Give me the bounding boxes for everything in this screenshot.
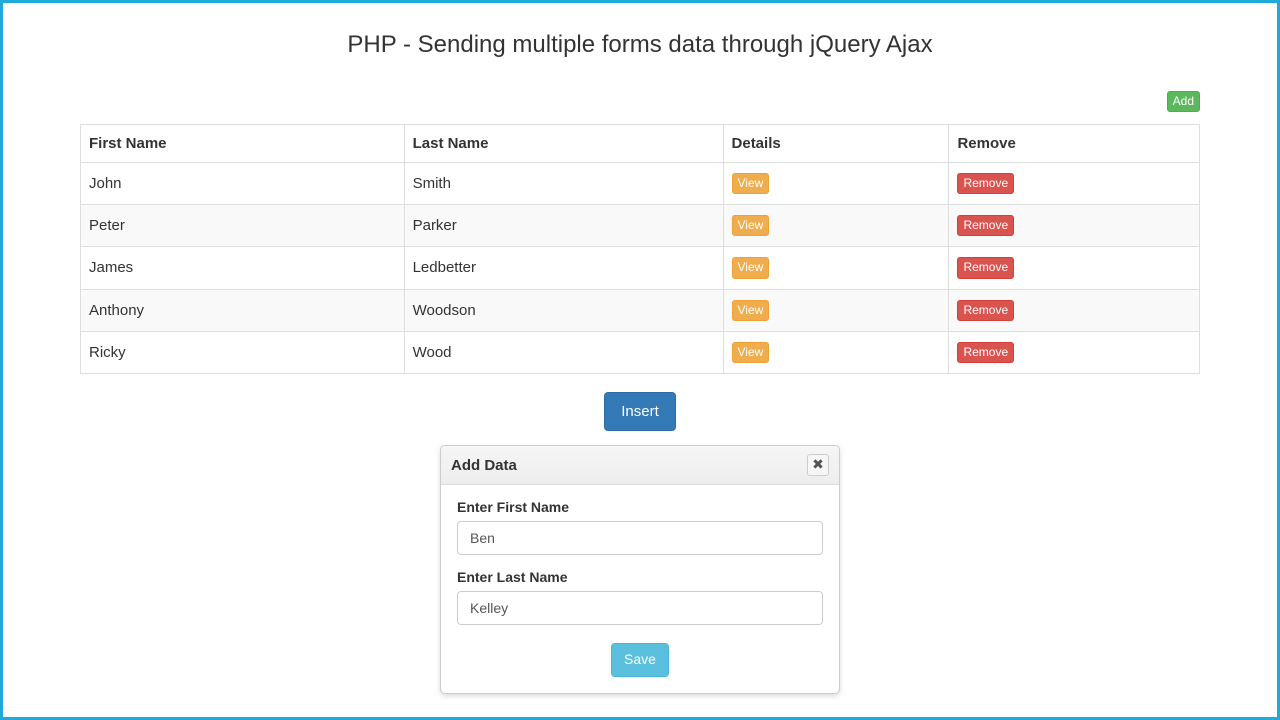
view-button[interactable]: View: [732, 215, 770, 236]
table-row: Ricky Wood View Remove: [81, 331, 1200, 373]
first-name-label: Enter First Name: [457, 499, 823, 515]
table-row: Peter Parker View Remove: [81, 205, 1200, 247]
dialog-header[interactable]: Add Data ✖: [441, 446, 839, 485]
col-header-details: Details: [723, 125, 949, 163]
view-button[interactable]: View: [732, 342, 770, 363]
cell-first-name: James: [81, 247, 405, 289]
first-name-input[interactable]: [457, 521, 823, 555]
last-name-input[interactable]: [457, 591, 823, 625]
col-header-last-name: Last Name: [404, 125, 723, 163]
add-button-row: Add: [80, 91, 1200, 112]
cell-last-name: Parker: [404, 205, 723, 247]
insert-button[interactable]: Insert: [604, 392, 676, 431]
dialog-body: Enter First Name Enter Last Name Save: [441, 485, 839, 693]
cell-last-name: Smith: [404, 163, 723, 205]
col-header-first-name: First Name: [81, 125, 405, 163]
close-icon[interactable]: ✖: [807, 454, 829, 476]
remove-button[interactable]: Remove: [957, 215, 1014, 236]
add-button[interactable]: Add: [1167, 91, 1200, 112]
last-name-label: Enter Last Name: [457, 569, 823, 585]
table-row: John Smith View Remove: [81, 163, 1200, 205]
remove-button[interactable]: Remove: [957, 342, 1014, 363]
view-button[interactable]: View: [732, 300, 770, 321]
cell-last-name: Ledbetter: [404, 247, 723, 289]
cell-first-name: Anthony: [81, 289, 405, 331]
container: PHP - Sending multiple forms data throug…: [65, 31, 1215, 694]
col-header-remove: Remove: [949, 125, 1200, 163]
view-button[interactable]: View: [732, 173, 770, 194]
data-table: First Name Last Name Details Remove John…: [80, 124, 1200, 374]
remove-button[interactable]: Remove: [957, 300, 1014, 321]
dialog-title: Add Data: [451, 457, 517, 474]
page-title: PHP - Sending multiple forms data throug…: [80, 31, 1200, 59]
table-row: James Ledbetter View Remove: [81, 247, 1200, 289]
view-button[interactable]: View: [732, 257, 770, 278]
remove-button[interactable]: Remove: [957, 173, 1014, 194]
cell-first-name: Ricky: [81, 331, 405, 373]
cell-first-name: John: [81, 163, 405, 205]
remove-button[interactable]: Remove: [957, 257, 1014, 278]
table-row: Anthony Woodson View Remove: [81, 289, 1200, 331]
cell-first-name: Peter: [81, 205, 405, 247]
add-data-dialog: Add Data ✖ Enter First Name Enter Last N…: [440, 445, 840, 694]
cell-last-name: Woodson: [404, 289, 723, 331]
insert-button-row: Insert: [80, 392, 1200, 431]
save-button[interactable]: Save: [611, 643, 669, 677]
app-frame: PHP - Sending multiple forms data throug…: [0, 0, 1280, 720]
cell-last-name: Wood: [404, 331, 723, 373]
